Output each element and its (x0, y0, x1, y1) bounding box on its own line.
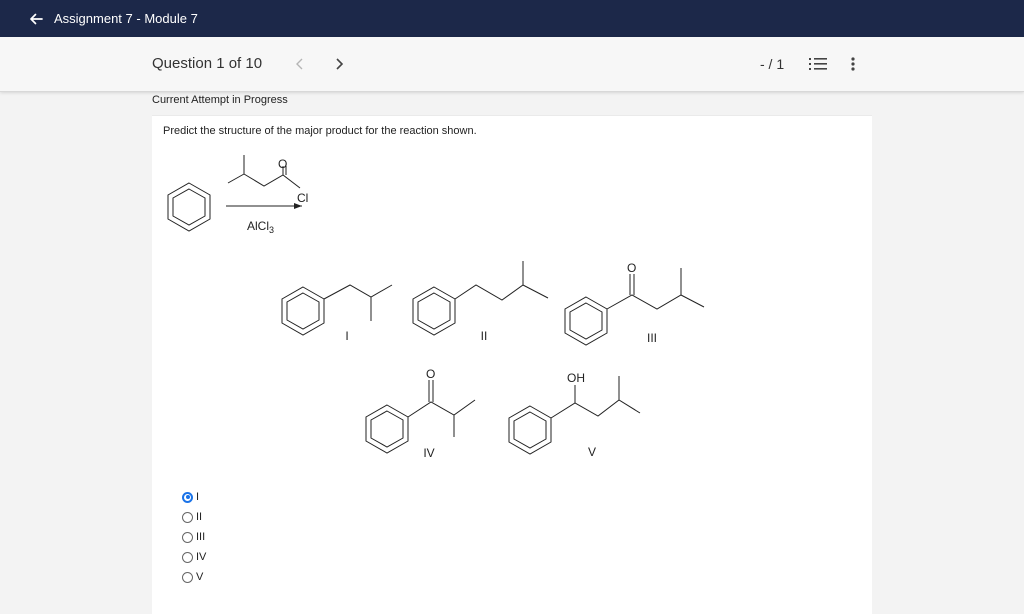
question-list-icon[interactable] (808, 56, 828, 72)
attempt-status: Current Attempt in Progress (152, 94, 288, 106)
score-display: - / 1 (760, 56, 785, 72)
assignment-title: Assignment 7 - Module 7 (54, 11, 198, 26)
option-iv[interactable]: IV (182, 547, 206, 567)
acyl-oxygen-label: O (278, 157, 287, 171)
radio-button[interactable] (182, 571, 193, 583)
structure-label: III (647, 331, 657, 345)
structure-label: II (481, 329, 488, 343)
option-label: IV (196, 551, 207, 563)
ketone-oxygen-label: O (627, 261, 636, 275)
structure-label: IV (423, 446, 434, 460)
option-i[interactable]: I (182, 487, 206, 507)
top-bar: Assignment 7 - Module 7 (0, 0, 1024, 37)
structure-label: V (588, 445, 596, 459)
answer-options: I II III IV V (182, 487, 206, 587)
radio-button-selected[interactable] (182, 491, 193, 503)
next-question-icon[interactable] (331, 55, 347, 73)
more-options-icon[interactable] (847, 55, 859, 73)
question-header: Question 1 of 10 - / 1 (0, 37, 1024, 92)
reagent-label: AlCl3 (247, 219, 274, 235)
previous-question-icon[interactable] (292, 55, 308, 73)
question-content: Predict the structure of the major produ… (152, 115, 872, 614)
radio-button[interactable] (182, 551, 193, 563)
radio-button[interactable] (182, 531, 193, 543)
option-label: III (196, 531, 206, 543)
option-iii[interactable]: III (182, 527, 206, 547)
hydroxyl-label: OH (567, 371, 585, 385)
back-arrow-icon[interactable] (27, 10, 45, 28)
acyl-chloride-label: Cl (297, 191, 308, 205)
structure-label: I (345, 329, 348, 343)
question-counter: Question 1 of 10 (152, 55, 263, 72)
option-label: I (196, 491, 200, 503)
reaction-diagram: O Cl AlCl3 O O OH I II III IV V (167, 155, 705, 460)
option-label: V (196, 571, 204, 583)
ketone-oxygen-label: O (426, 367, 435, 381)
option-ii[interactable]: II (182, 507, 206, 527)
option-label: II (196, 511, 203, 523)
radio-button[interactable] (182, 511, 193, 523)
option-v[interactable]: V (182, 567, 206, 587)
